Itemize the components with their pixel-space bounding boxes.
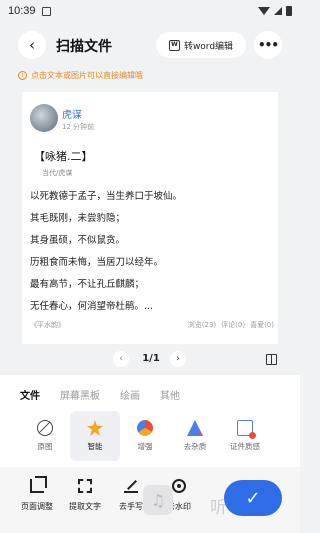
more-button[interactable]: ••• — [254, 31, 282, 59]
filter-label: 智能 — [87, 442, 103, 451]
eraser-pen-icon — [124, 479, 138, 493]
edit-tip-text: 点击文本或图片可以直接编辑哦 — [31, 71, 143, 80]
watermark-icon — [172, 479, 186, 493]
filter-options: 原图 智能 增强 去杂质 证件质感 — [20, 411, 270, 461]
no-filter-icon — [37, 420, 53, 436]
tab-other[interactable]: 其他 — [160, 387, 180, 402]
bottom-toolbar: 页面调整 提取文字 去手写 去水印 ♫ 听下载 ✓ — [0, 467, 300, 533]
post-stats: 浏览(23) 评论(0) 喜爱(0) — [188, 320, 274, 330]
views-count: 浏览(23) — [187, 321, 217, 329]
tool-label: 提取文字 — [69, 502, 101, 511]
crop-icon — [30, 476, 47, 493]
filter-label: 证件质感 — [230, 442, 260, 451]
filter-panel: 文件 屏幕黑板 绘画 其他 原图 智能 增强 去杂质 证件质感 — [0, 375, 300, 467]
status-indicators — [258, 6, 292, 16]
tab-file[interactable]: 文件 — [20, 387, 40, 402]
tab-drawing[interactable]: 绘画 — [120, 387, 140, 402]
sparkle-icon — [87, 420, 103, 436]
convert-to-word-button[interactable]: W 转word编辑 — [156, 32, 246, 58]
battery-icon — [286, 6, 292, 16]
check-icon: ✓ — [245, 487, 261, 509]
tool-label: 去手写 — [119, 502, 143, 511]
confirm-button[interactable]: ✓ — [224, 480, 282, 516]
enhance-icon — [137, 420, 153, 436]
info-icon: ! — [18, 71, 27, 80]
author-avatar — [30, 104, 58, 132]
gallery-icon — [41, 6, 51, 16]
filter-remove-impurities[interactable]: 去杂质 — [170, 411, 220, 461]
poem-line[interactable]: 其毛既刚，未尝豹隐； — [30, 210, 125, 224]
convert-to-word-label: 转word编辑 — [183, 41, 234, 52]
filter-enhance[interactable]: 增强 — [120, 411, 170, 461]
back-button[interactable]: ‹ — [18, 31, 46, 59]
filter-original[interactable]: 原图 — [20, 411, 70, 461]
signal-icon — [274, 7, 282, 15]
poem-title[interactable]: 【咏猪.二】 — [34, 148, 93, 164]
rhyme-tag: 《平水韵》 — [30, 321, 65, 329]
comments-count: 评论(0) — [221, 321, 246, 329]
id-card-icon — [237, 420, 256, 439]
scanned-document[interactable]: 虎谋 12 分钟前 【咏猪.二】 当代/虎谋 以死教德于孟子，当生养口于坡仙。 … — [22, 92, 278, 344]
extract-text-button[interactable]: 提取文字 — [60, 479, 110, 512]
poem-dynasty[interactable]: 当代/虎谋 — [42, 168, 72, 178]
status-bar: 10:39 — [0, 0, 300, 22]
poem-line[interactable]: 其身虽硕，不似鼠贪。 — [30, 232, 125, 246]
prev-page-button[interactable]: ‹ — [113, 351, 129, 367]
poem-line[interactable]: 最有高节，不让孔丘麒麟； — [30, 276, 144, 290]
poem-line[interactable]: 历粗食而未悔，当居刀以经年。 — [30, 254, 163, 268]
top-bar: ‹ 扫描文件 W 转word编辑 ••• — [0, 28, 300, 62]
site-watermark-logo: ♫ — [143, 485, 173, 515]
edit-tip: ! 点击文本或图片可以直接编辑哦 — [18, 70, 143, 81]
chevron-left-icon: ‹ — [29, 36, 35, 54]
author-name[interactable]: 虎谋 — [62, 106, 82, 121]
wifi-icon — [258, 7, 270, 15]
next-page-button[interactable]: › — [170, 351, 186, 367]
page-indicator: 1/1 — [142, 353, 160, 364]
tool-label: 页面调整 — [21, 502, 53, 511]
filter-label: 去杂质 — [183, 442, 207, 451]
filter-tabs: 文件 屏幕黑板 绘画 其他 — [20, 387, 180, 402]
page-adjust-button[interactable]: 页面调整 — [12, 476, 62, 512]
status-time: 10:39 — [8, 5, 36, 17]
clean-icon — [187, 420, 203, 436]
post-time: 12 分钟前 — [62, 123, 95, 131]
likes-count: 喜爱(0) — [250, 321, 274, 329]
word-icon: W — [168, 39, 180, 51]
more-dots-icon: ••• — [257, 38, 279, 52]
tab-screen-blackboard[interactable]: 屏幕黑板 — [60, 387, 100, 402]
poem-line[interactable]: 无任春心，何消望帝杜鹃。... — [30, 298, 153, 312]
filter-id-texture[interactable]: 证件质感 — [220, 411, 270, 461]
document-footer: 《平水韵》 浏览(23) 评论(0) 喜爱(0) — [30, 320, 274, 330]
compare-icon[interactable] — [266, 354, 277, 365]
poem-line[interactable]: 以死教德于孟子，当生养口于坡仙。 — [30, 188, 182, 202]
filter-label: 增强 — [137, 442, 153, 451]
filter-smart[interactable]: 智能 — [70, 411, 120, 461]
page-navigator: ‹ 1/1 › — [0, 350, 300, 370]
text-scan-icon — [78, 479, 92, 493]
page-title: 扫描文件 — [56, 39, 112, 55]
filter-label: 原图 — [37, 442, 53, 451]
